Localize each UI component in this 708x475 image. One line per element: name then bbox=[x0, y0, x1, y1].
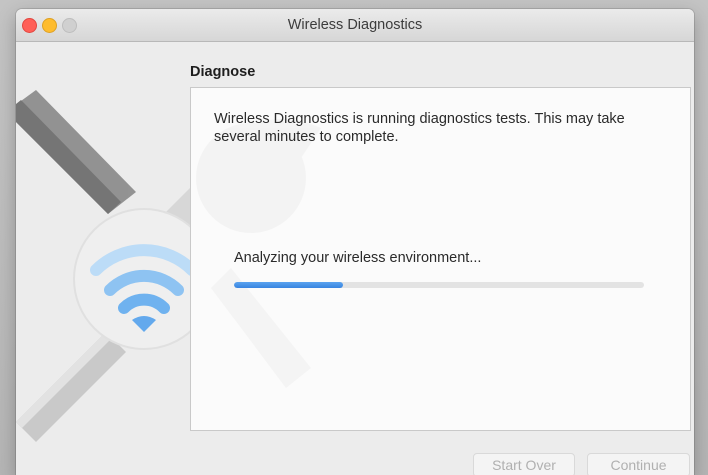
wrench-wifi-icon bbox=[16, 90, 206, 442]
status-text: Analyzing your wireless environment... bbox=[234, 250, 482, 266]
description-text: Wireless Diagnostics is running diagnost… bbox=[214, 111, 625, 145]
continue-button[interactable]: Continue bbox=[587, 453, 690, 475]
window-title: Wireless Diagnostics bbox=[287, 17, 423, 33]
diagnose-panel: Wireless Diagnostics is running diagnost… bbox=[190, 87, 691, 431]
start-over-button[interactable]: Start Over bbox=[473, 453, 575, 475]
progress-bar-fill bbox=[234, 282, 343, 288]
wireless-diagnostics-window: Wireless Diagnostics Diagnose Wireless D… bbox=[16, 9, 694, 475]
app-illustration bbox=[16, 42, 206, 475]
title-bar[interactable]: Wireless Diagnostics bbox=[16, 9, 694, 42]
section-title: Diagnose bbox=[190, 64, 256, 80]
progress-bar bbox=[234, 282, 644, 288]
